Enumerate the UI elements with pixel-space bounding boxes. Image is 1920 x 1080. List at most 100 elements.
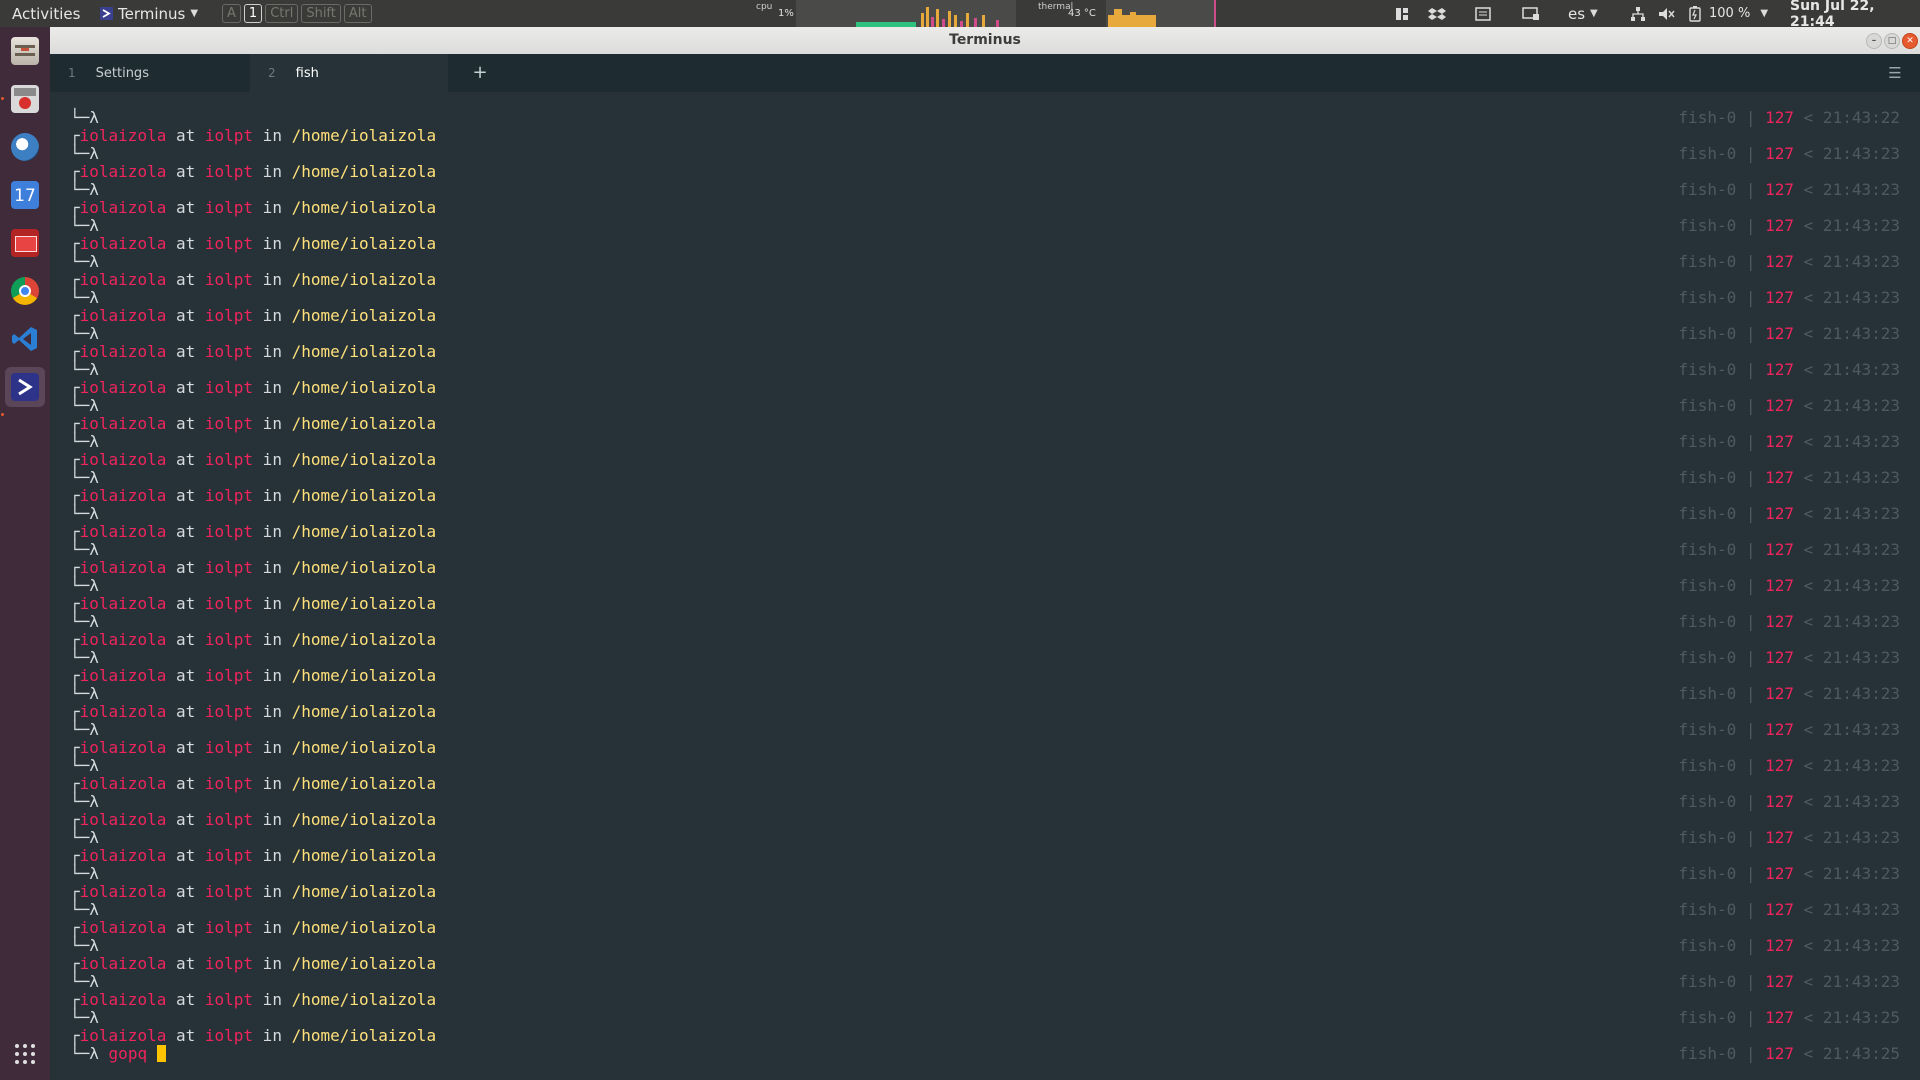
dock-files[interactable] [5,31,45,71]
prompt-user: iolaizola [79,882,167,901]
prompt-user: iolaizola [79,234,167,253]
files-icon [11,37,39,65]
prompt-lambda-line: └─λ [70,217,99,235]
battery-indicator[interactable]: 100 % ▼ [1689,0,1768,27]
shell-id: fish-0 | [1678,216,1766,235]
prompt-user: iolaizola [79,594,167,613]
shell-id: fish-0 | [1678,288,1766,307]
prompt-corner-glyph: ┌ [70,702,80,721]
prompt-corner-glyph: ┌ [70,162,80,181]
thermal-graph[interactable] [1106,0,1216,27]
timestamp: < 21:43:23 [1794,720,1900,739]
shell-id: fish-0 | [1678,180,1766,199]
apps-grid-icon[interactable] [13,1042,37,1066]
display-icon[interactable] [1522,0,1540,27]
timestamp: < 21:43:23 [1794,468,1900,487]
text-cursor [156,1045,166,1062]
tiling-icon[interactable] [1394,0,1410,27]
timestamp: < 21:43:25 [1794,1044,1900,1063]
dock: 17 [0,27,50,1080]
lambda-glyph: λ [89,360,99,379]
exit-code: 127 [1765,828,1795,847]
lambda-glyph: λ [89,324,99,343]
thunderbird-icon [11,133,39,161]
terminal-output[interactable]: └─λ fish-0 | 127 < 21:43:22 ┌iolaizola at … [50,92,1920,1080]
prompt-lambda-line: └─λ [70,289,99,307]
prompt-corner-glyph: ┌ [70,630,80,649]
activities-button[interactable]: Activities [12,0,80,27]
prompt-lambda-line: └─λ [70,721,99,739]
dock-terminus[interactable] [5,367,45,407]
prompt-branch-glyph: └─ [70,108,90,127]
dropbox-icon[interactable] [1428,0,1446,27]
cpu-graph[interactable] [796,0,1016,27]
exit-code: 127 [1765,216,1795,235]
shell-id: fish-0 | [1678,144,1766,163]
timestamp: < 21:43:23 [1794,288,1900,307]
shell-id: fish-0 | [1678,900,1766,919]
volume-muted-icon[interactable] [1657,0,1675,27]
right-prompt: fish-0 | 127 < 21:43:23 [1678,469,1900,487]
prompt-path: /home/iolaizola [291,270,437,289]
dock-chrome[interactable] [5,271,45,311]
app-menu[interactable]: Terminus ▼ [100,0,198,27]
prompt-at: at [166,1026,205,1045]
tab-fish[interactable]: 2 fish [250,54,448,92]
prompt-path: /home/iolaizola [291,198,437,217]
prompt-lambda-line: └─λ [70,937,99,955]
shell-id: fish-0 | [1678,252,1766,271]
dock-screenshot-tool[interactable] [5,223,45,263]
close-button[interactable]: ✕ [1902,33,1918,49]
window-titlebar[interactable]: Terminus – □ ✕ [50,27,1920,54]
lambda-glyph: λ [89,180,99,199]
right-prompt: fish-0 | 127 < 21:43:23 [1678,829,1900,847]
settings-menu-button[interactable]: ☰ [1880,54,1910,92]
prompt-path: /home/iolaizola [291,450,437,469]
exit-code: 127 [1765,720,1795,739]
cpu-monitor-label: cpu [756,2,773,12]
shell-id: fish-0 | [1678,972,1766,991]
lambda-glyph: λ [89,648,99,667]
prompt-branch-glyph: └─ [70,504,90,523]
prompt-path: /home/iolaizola [291,630,437,649]
prompt-info-line: ┌iolaizola at iolpt in /home/iolaizola [70,127,436,145]
dock-archive-manager[interactable] [5,79,45,119]
prompt-at: at [166,414,205,433]
tab-settings[interactable]: 1 Settings [50,54,268,92]
shell-id: fish-0 | [1678,792,1766,811]
prompt-user: iolaizola [79,306,167,325]
prompt-branch-glyph: └─ [70,360,90,379]
clipboard-icon[interactable] [1474,0,1492,27]
prompt-branch-glyph: └─ [70,252,90,271]
prompt-corner-glyph: ┌ [70,198,80,217]
prompt-branch-glyph: └─ [70,828,90,847]
prompt-host: iolpt [204,882,254,901]
minimize-button[interactable]: – [1866,33,1882,49]
prompt-info-line: ┌iolaizola at iolpt in /home/iolaizola [70,703,436,721]
lambda-glyph: λ [89,540,99,559]
prompt-in: in [253,522,292,541]
new-tab-button[interactable]: + [460,54,500,92]
prompt-branch-glyph: └─ [70,648,90,667]
dock-calendar[interactable]: 17 [5,175,45,215]
prompt-in: in [253,666,292,685]
keyboard-layout-menu[interactable]: es ▼ [1568,0,1598,27]
right-prompt: fish-0 | 127 < 21:43:23 [1678,757,1900,775]
clock[interactable]: Sun Jul 22, 21:44 [1790,0,1920,30]
exit-code: 127 [1765,576,1795,595]
prompt-user: iolaizola [79,126,167,145]
prompt-at: at [166,882,205,901]
tab-number: 1 [68,66,76,80]
prompt-in: in [253,450,292,469]
dock-thunderbird[interactable] [5,127,45,167]
running-indicator [1,97,4,100]
right-prompt: fish-0 | 127 < 21:43:23 [1678,325,1900,343]
dock-vscode[interactable] [5,319,45,359]
prompt-at: at [166,594,205,613]
prompt-user: iolaizola [79,954,167,973]
timestamp: < 21:43:23 [1794,504,1900,523]
maximize-button[interactable]: □ [1884,33,1900,49]
prompt-branch-glyph: └─ [70,180,90,199]
chrome-icon [11,277,39,305]
network-icon[interactable] [1630,0,1646,27]
